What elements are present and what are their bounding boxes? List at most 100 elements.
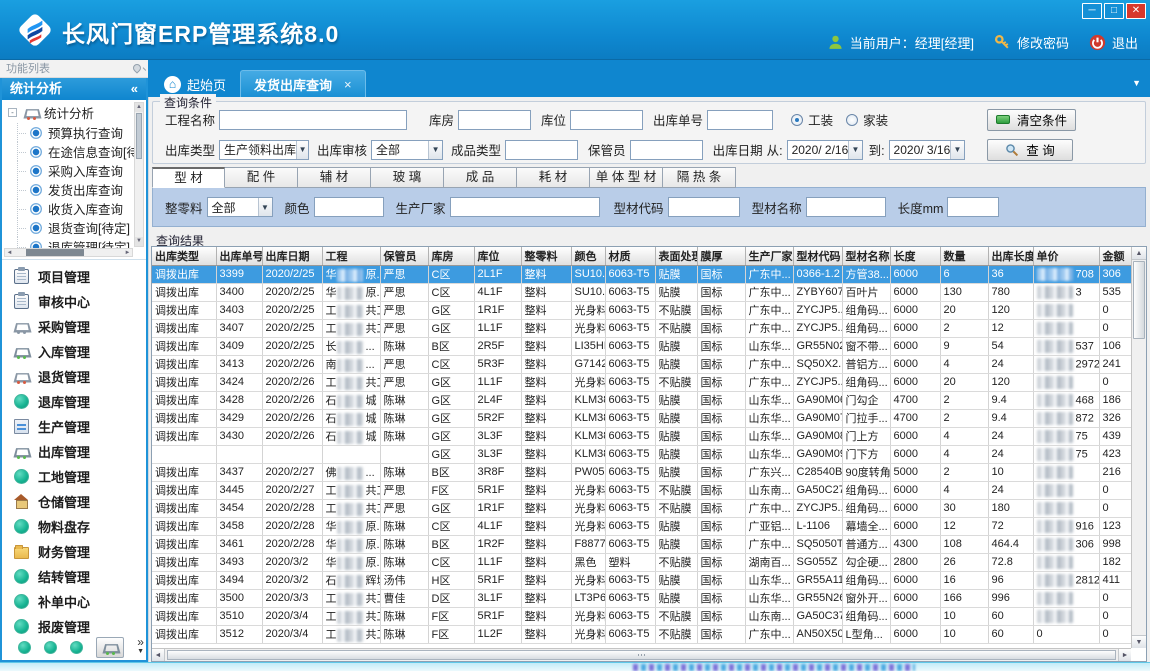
- sidebar-menu-item[interactable]: 采购管理: [2, 314, 146, 339]
- column-header[interactable]: 型材名称: [842, 247, 890, 265]
- tree-hscroll-thumb[interactable]: [26, 249, 84, 256]
- column-header[interactable]: 工程: [322, 247, 380, 265]
- table-row[interactable]: 调拨出库34072020/2/25工共工程严思G区1L1F整料光身料6063-T…: [152, 319, 1131, 337]
- tree-item[interactable]: 收货入库查询: [4, 199, 135, 218]
- tab-list-caret-icon[interactable]: ▼: [1132, 78, 1141, 88]
- table-row[interactable]: 调拨出库34282020/2/26石城陈琳G区2L4F整料KLM38176063…: [152, 391, 1131, 409]
- scroll-down-icon[interactable]: ▼: [135, 237, 143, 246]
- section-header[interactable]: 统计分析 «: [2, 78, 146, 100]
- table-row[interactable]: 调拨出库34942020/3/2石辉城汤伟H区5R1F整料光身料6063-T5贴…: [152, 571, 1131, 589]
- table-row[interactable]: 调拨出库34582020/2/28华原...陈琳C区4L1F整料光身料6063-…: [152, 517, 1131, 535]
- table-row[interactable]: 调拨出库35122020/3/4工共工程陈琳F区1L2F整料光身料6063-T5…: [152, 625, 1131, 643]
- tree-item[interactable]: 在途信息查询[待: [4, 142, 135, 161]
- sidebar-menu-item[interactable]: 审核中心: [2, 289, 146, 314]
- tree-expander-icon[interactable]: -: [8, 108, 17, 117]
- column-header[interactable]: 出库日期: [262, 247, 322, 265]
- sidebar-menu-item[interactable]: 入库管理: [2, 339, 146, 364]
- radio-home-install[interactable]: [846, 114, 858, 126]
- sidebar-menu-item[interactable]: 物料盘存: [2, 514, 146, 539]
- material-tab[interactable]: 单 体 型 材: [590, 167, 663, 188]
- sidebar-menu-item[interactable]: 项目管理: [2, 264, 146, 289]
- scroll-right-icon[interactable]: ►: [123, 250, 132, 256]
- table-row[interactable]: 调拨出库34242020/2/26工共工程严思G区1L1F整料光身料6063-T…: [152, 373, 1131, 391]
- material-tab[interactable]: 辅 材: [298, 167, 371, 188]
- table-row[interactable]: 调拨出库34452020/2/27工共工程严思F区5R1F整料光身料6063-T…: [152, 481, 1131, 499]
- cart-module-button[interactable]: [96, 637, 124, 658]
- tree-scroll-thumb[interactable]: [136, 113, 142, 159]
- profile-name-input[interactable]: [806, 197, 886, 217]
- table-row[interactable]: 调拨出库33992020/2/25华原...严思C区2L1F整料SU10...6…: [152, 265, 1131, 283]
- column-header[interactable]: 出库单号: [216, 247, 262, 265]
- tab-close-icon[interactable]: ×: [344, 77, 352, 92]
- column-header[interactable]: 颜色: [571, 247, 605, 265]
- scroll-up-icon[interactable]: ▲: [1132, 247, 1146, 260]
- whole-part-select[interactable]: 全部▼: [207, 197, 273, 217]
- column-header[interactable]: 单价: [1033, 247, 1099, 265]
- column-header[interactable]: 材质: [605, 247, 655, 265]
- search-button[interactable]: 查 询: [987, 139, 1073, 161]
- material-tab[interactable]: 耗 材: [517, 167, 590, 188]
- table-row[interactable]: 调拨出库35002020/3/3工共工程曹佳D区3L1F整料LT3P606063…: [152, 589, 1131, 607]
- column-header[interactable]: 膜厚: [697, 247, 745, 265]
- table-row[interactable]: 调拨出库34302020/2/26石城陈琳G区3L3F整料KLM38176063…: [152, 427, 1131, 445]
- sidebar-menu-item[interactable]: 出库管理: [2, 439, 146, 464]
- sidebar-menu-item[interactable]: 退货管理: [2, 364, 146, 389]
- column-header[interactable]: 长度: [890, 247, 940, 265]
- table-row[interactable]: 调拨出库34372020/2/27佛...陈琳B区3R8F整料PW056063-…: [152, 463, 1131, 481]
- material-tab[interactable]: 玻 璃: [371, 167, 444, 188]
- date-to-select[interactable]: 2020/ 3/16▼: [889, 140, 965, 160]
- project-name-input[interactable]: [219, 110, 407, 130]
- close-button[interactable]: ✕: [1126, 3, 1146, 19]
- table-row[interactable]: 调拨出库34612020/2/28华原...陈琳B区1R2F整料F8877FT6…: [152, 535, 1131, 553]
- tree-item[interactable]: 发货出库查询: [4, 180, 135, 199]
- length-input[interactable]: [947, 197, 999, 217]
- grid-hscroll-thumb[interactable]: [167, 650, 1116, 660]
- sidebar-menu-item[interactable]: 财务管理: [2, 539, 146, 564]
- tree-root-statistics[interactable]: - 统计分析: [4, 102, 135, 123]
- location-input[interactable]: [570, 110, 643, 130]
- outbound-audit-select[interactable]: 全部▼: [371, 140, 443, 160]
- sidebar-menu-item[interactable]: 补单中心: [2, 589, 146, 614]
- scroll-up-icon[interactable]: ▲: [135, 103, 143, 112]
- sidebar-menu-item[interactable]: 报废管理: [2, 614, 146, 634]
- table-row[interactable]: 调拨出库34032020/2/25工共工程严思G区1R1F整料光身料6063-T…: [152, 301, 1131, 319]
- module-dot-icon[interactable]: [18, 641, 31, 654]
- grid-vscroll-thumb[interactable]: [1133, 261, 1145, 339]
- column-header[interactable]: 型材代码: [793, 247, 842, 265]
- color-input[interactable]: [314, 197, 384, 217]
- sidebar-menu-item[interactable]: 仓储管理: [2, 489, 146, 514]
- column-header[interactable]: 出库长度: [988, 247, 1033, 265]
- module-dot-icon[interactable]: [44, 641, 57, 654]
- material-tab[interactable]: 隔 热 条: [663, 167, 736, 188]
- column-header[interactable]: 保管员: [380, 247, 428, 265]
- tree-item[interactable]: 采购入库查询: [4, 161, 135, 180]
- tree-horizontal-scrollbar[interactable]: ◄ ►: [4, 248, 133, 257]
- date-from-select[interactable]: 2020/ 2/16▼: [787, 140, 863, 160]
- material-tab[interactable]: 成 品: [444, 167, 517, 188]
- material-tab[interactable]: 型 材: [152, 167, 225, 188]
- tree-vertical-scrollbar[interactable]: ▲ ▼: [134, 102, 144, 247]
- table-row[interactable]: G区3L3F整料KLM38176063-T5贴膜国标山东华...GA90M09.…: [152, 445, 1131, 463]
- outbound-type-select[interactable]: 生产领料出库▼: [219, 140, 309, 160]
- overflow-chevron-button[interactable]: »▼: [137, 638, 144, 656]
- sidebar-menu-item[interactable]: 生产管理: [2, 414, 146, 439]
- column-header[interactable]: 金额: [1099, 247, 1131, 265]
- clear-conditions-button[interactable]: 清空条件: [987, 109, 1076, 131]
- column-header[interactable]: 数量: [940, 247, 988, 265]
- material-tab[interactable]: 配 件: [225, 167, 298, 188]
- manufacturer-input[interactable]: [450, 197, 600, 217]
- keeper-input[interactable]: [630, 140, 703, 160]
- tree-item[interactable]: 退货查询[待定]: [4, 218, 135, 237]
- scroll-left-icon[interactable]: ◄: [5, 250, 14, 256]
- warehouse-input[interactable]: [458, 110, 531, 130]
- table-row[interactable]: 调拨出库34002020/2/25华原...严思C区4L1F整料SU10...6…: [152, 283, 1131, 301]
- grid-vertical-scrollbar[interactable]: ▲ ▼: [1131, 247, 1146, 648]
- change-password-button[interactable]: 修改密码: [994, 33, 1069, 52]
- logout-button[interactable]: 退出: [1089, 33, 1138, 52]
- minimize-button[interactable]: ─: [1082, 3, 1102, 19]
- column-header[interactable]: 生产厂家: [745, 247, 793, 265]
- scroll-right-icon[interactable]: ►: [1118, 649, 1131, 661]
- tree-item[interactable]: 预算执行查询: [4, 123, 135, 142]
- scroll-down-icon[interactable]: ▼: [1132, 635, 1146, 648]
- column-header[interactable]: 库位: [474, 247, 521, 265]
